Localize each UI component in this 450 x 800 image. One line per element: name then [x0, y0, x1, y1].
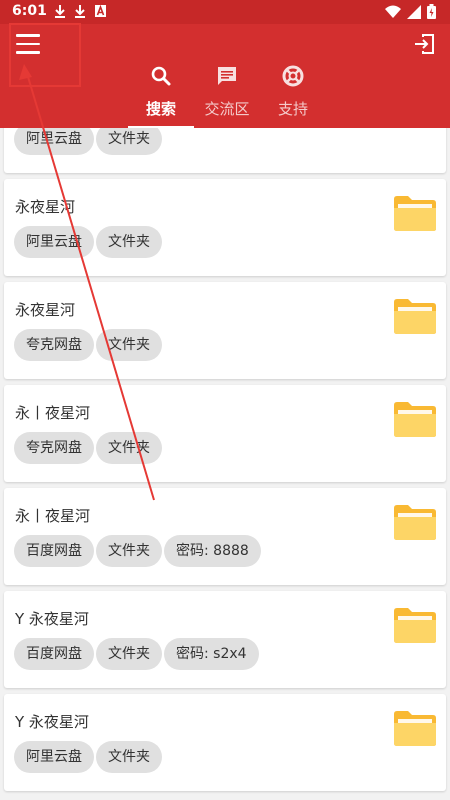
- result-tags: 阿里云盘 文件夹: [14, 226, 162, 258]
- result-tags: 百度网盘 文件夹 密码: 8888: [14, 535, 261, 567]
- source-tag[interactable]: 阿里云盘: [14, 741, 94, 773]
- password-tag[interactable]: 密码: 8888: [164, 535, 261, 567]
- result-list[interactable]: 阿里云盘 文件夹 永夜星河 阿里云盘 文件夹 永夜星河 夸克网盘 文件夹 永丨夜…: [0, 24, 450, 800]
- tab-bar: 搜索 交流区 支持: [128, 58, 326, 128]
- chat-icon: [218, 67, 236, 85]
- tab-support[interactable]: 支持: [260, 58, 326, 128]
- result-title: 永丨夜星河: [15, 507, 91, 525]
- folder-icon: [394, 608, 436, 643]
- result-card[interactable]: 永夜星河 夸克网盘 文件夹: [4, 282, 446, 379]
- menu-button[interactable]: [16, 34, 40, 54]
- source-tag[interactable]: 夸克网盘: [14, 329, 94, 361]
- result-tags: 夸克网盘 文件夹: [14, 329, 162, 361]
- result-card[interactable]: 永夜星河 阿里云盘 文件夹: [4, 179, 446, 276]
- folder-icon: [394, 505, 436, 540]
- source-tag[interactable]: 百度网盘: [14, 535, 94, 567]
- result-title: 永丨夜星河: [15, 404, 91, 422]
- login-icon[interactable]: [412, 32, 436, 56]
- download-icon: [75, 5, 85, 18]
- tab-search[interactable]: 搜索: [128, 58, 194, 128]
- result-tags: 阿里云盘 文件夹: [14, 741, 162, 773]
- battery-icon: [427, 4, 436, 19]
- result-tags: 百度网盘 文件夹 密码: s2x4: [14, 638, 259, 670]
- a-badge-icon: [95, 4, 106, 17]
- source-tag[interactable]: 夸克网盘: [14, 432, 94, 464]
- type-tag[interactable]: 文件夹: [96, 226, 162, 258]
- type-tag[interactable]: 文件夹: [96, 432, 162, 464]
- result-card[interactable]: 永丨夜星河 百度网盘 文件夹 密码: 8888: [4, 488, 446, 585]
- status-notification-icons: [54, 4, 107, 18]
- tab-label: 交流区: [204, 100, 250, 118]
- folder-icon: [394, 711, 436, 746]
- menu-icon-bar: [16, 51, 40, 54]
- status-time: 6:01: [12, 3, 47, 19]
- status-system-icons: [385, 4, 436, 19]
- type-tag[interactable]: 文件夹: [96, 741, 162, 773]
- search-icon: [151, 66, 171, 86]
- folder-icon: [394, 196, 436, 231]
- result-tags: 夸克网盘 文件夹: [14, 432, 162, 464]
- result-title: Y 永夜星河: [15, 713, 89, 731]
- result-title: 永夜星河: [15, 301, 76, 319]
- result-card[interactable]: Y 永夜星河 阿里云盘 文件夹: [4, 694, 446, 791]
- tab-forum[interactable]: 交流区: [194, 58, 260, 128]
- source-tag[interactable]: 百度网盘: [14, 638, 94, 670]
- source-tag[interactable]: 阿里云盘: [14, 226, 94, 258]
- password-tag[interactable]: 密码: s2x4: [164, 638, 259, 670]
- download-icon: [55, 5, 65, 18]
- folder-icon: [394, 299, 436, 334]
- tab-indicator: [128, 126, 194, 128]
- result-card[interactable]: 永丨夜星河 夸克网盘 文件夹: [4, 385, 446, 482]
- tab-label: 支持: [277, 100, 308, 118]
- menu-icon-bar: [16, 42, 40, 46]
- signal-icon: [407, 4, 421, 19]
- type-tag[interactable]: 文件夹: [96, 535, 162, 567]
- folder-icon: [394, 402, 436, 437]
- tab-label: 搜索: [145, 100, 176, 118]
- type-tag[interactable]: 文件夹: [96, 638, 162, 670]
- result-title: Y 永夜星河: [15, 610, 89, 628]
- status-bar: 6:01: [0, 0, 450, 24]
- app-bar: 搜索 交流区 支持: [0, 24, 450, 128]
- result-card[interactable]: Y 永夜星河 百度网盘 文件夹 密码: s2x4: [4, 591, 446, 688]
- type-tag[interactable]: 文件夹: [96, 329, 162, 361]
- menu-icon-bar: [16, 34, 40, 37]
- result-title: 永夜星河: [15, 198, 76, 216]
- wifi-icon: [385, 5, 401, 18]
- lifebuoy-icon: [282, 65, 304, 87]
